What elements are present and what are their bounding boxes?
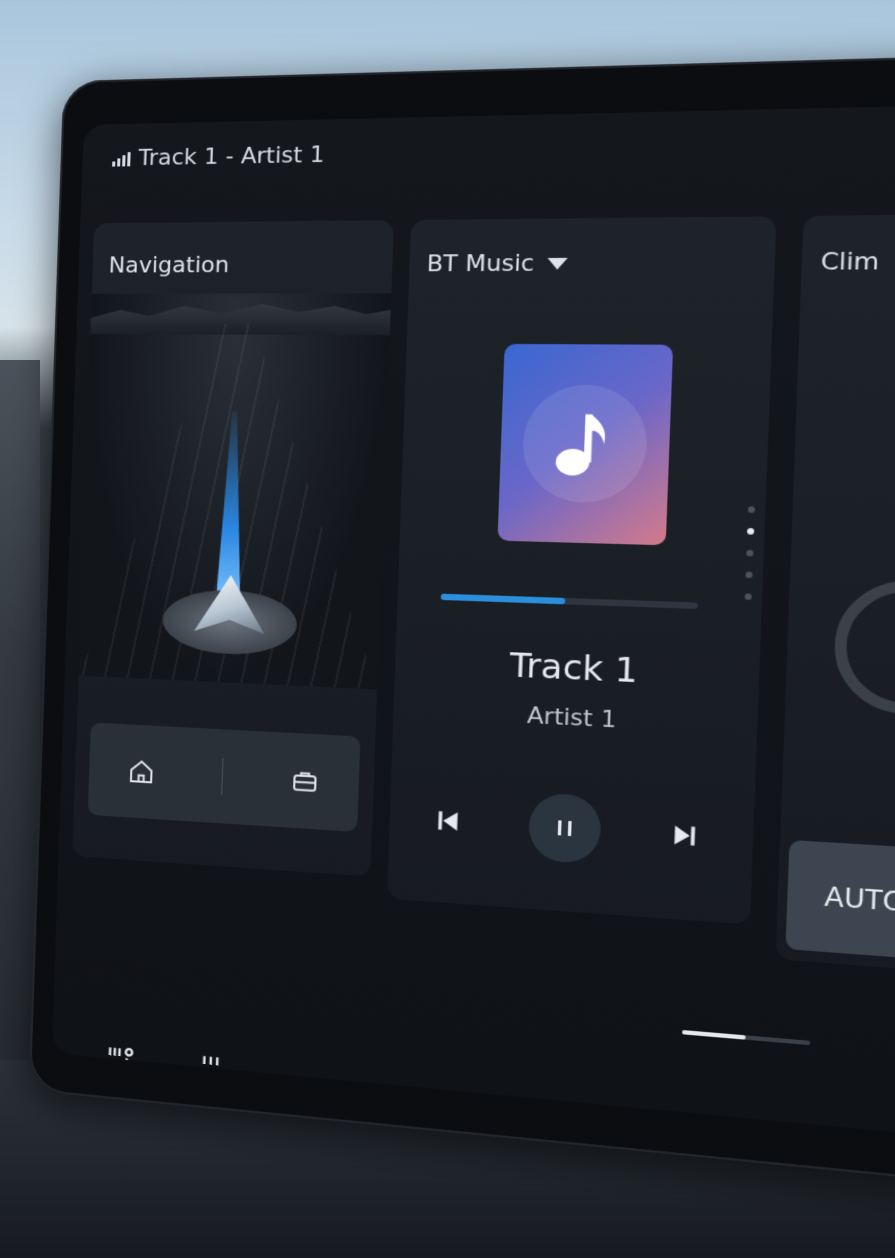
skip-next-icon [669, 821, 700, 851]
nav-shortcuts [88, 722, 361, 832]
pause-button[interactable] [528, 792, 602, 864]
dock-music-button[interactable] [619, 1128, 685, 1144]
playback-controls [421, 786, 714, 872]
pager-dot[interactable] [746, 550, 753, 557]
shortcut-divider [221, 758, 223, 795]
dock-heated-wheel-button[interactable] [181, 1045, 240, 1107]
climate-card[interactable]: Clim AUTO [776, 213, 895, 981]
playback-progress[interactable] [441, 594, 698, 609]
infotainment-display: Track 1 - Artist 1 Navigation BT Music T… [29, 53, 895, 1189]
artist-name: Artist 1 [393, 696, 758, 740]
scroll-indicator-fill [682, 1030, 746, 1040]
album-halo [521, 384, 649, 503]
now-playing-text: Track 1 - Artist 1 [138, 142, 325, 171]
pager-dot[interactable] [745, 593, 752, 600]
pager-dot[interactable] [747, 528, 754, 535]
track-title: Track 1 [395, 640, 760, 696]
navigation-card[interactable]: Navigation [72, 220, 394, 876]
heated-seat-icon [99, 1043, 139, 1091]
next-button[interactable] [656, 808, 713, 863]
skip-previous-icon [433, 806, 462, 835]
album-art [497, 344, 673, 545]
climate-title: Clim [820, 248, 880, 276]
previous-button[interactable] [421, 794, 475, 848]
heated-steering-icon [190, 1052, 231, 1100]
source-selector[interactable]: BT Music [426, 250, 568, 277]
pager-dot[interactable] [745, 572, 752, 579]
caret-down-icon [547, 258, 568, 270]
work-shortcut-button[interactable] [278, 755, 330, 807]
signal-icon [112, 152, 131, 166]
auto-climate-button[interactable]: AUTO [785, 840, 895, 961]
pager-dot[interactable] [748, 506, 755, 513]
home-shortcut-button[interactable] [116, 746, 166, 797]
dock-heated-seat-button[interactable] [90, 1036, 148, 1098]
navigation-title: Navigation [108, 253, 229, 279]
source-label: BT Music [426, 251, 534, 278]
media-card[interactable]: BT Music Track 1 Artist 1 [387, 216, 777, 924]
steering-wheel-graphic [832, 579, 895, 718]
progress-fill [441, 594, 565, 605]
music-note-icon [630, 1137, 675, 1144]
home-icon [125, 756, 156, 788]
music-note-icon [550, 406, 620, 482]
pause-icon [551, 814, 579, 843]
screen: Track 1 - Artist 1 Navigation BT Music T… [52, 103, 895, 1144]
page-scroll-indicator [682, 1030, 810, 1045]
status-bar: Track 1 - Artist 1 [112, 142, 325, 171]
briefcase-icon [288, 765, 321, 798]
